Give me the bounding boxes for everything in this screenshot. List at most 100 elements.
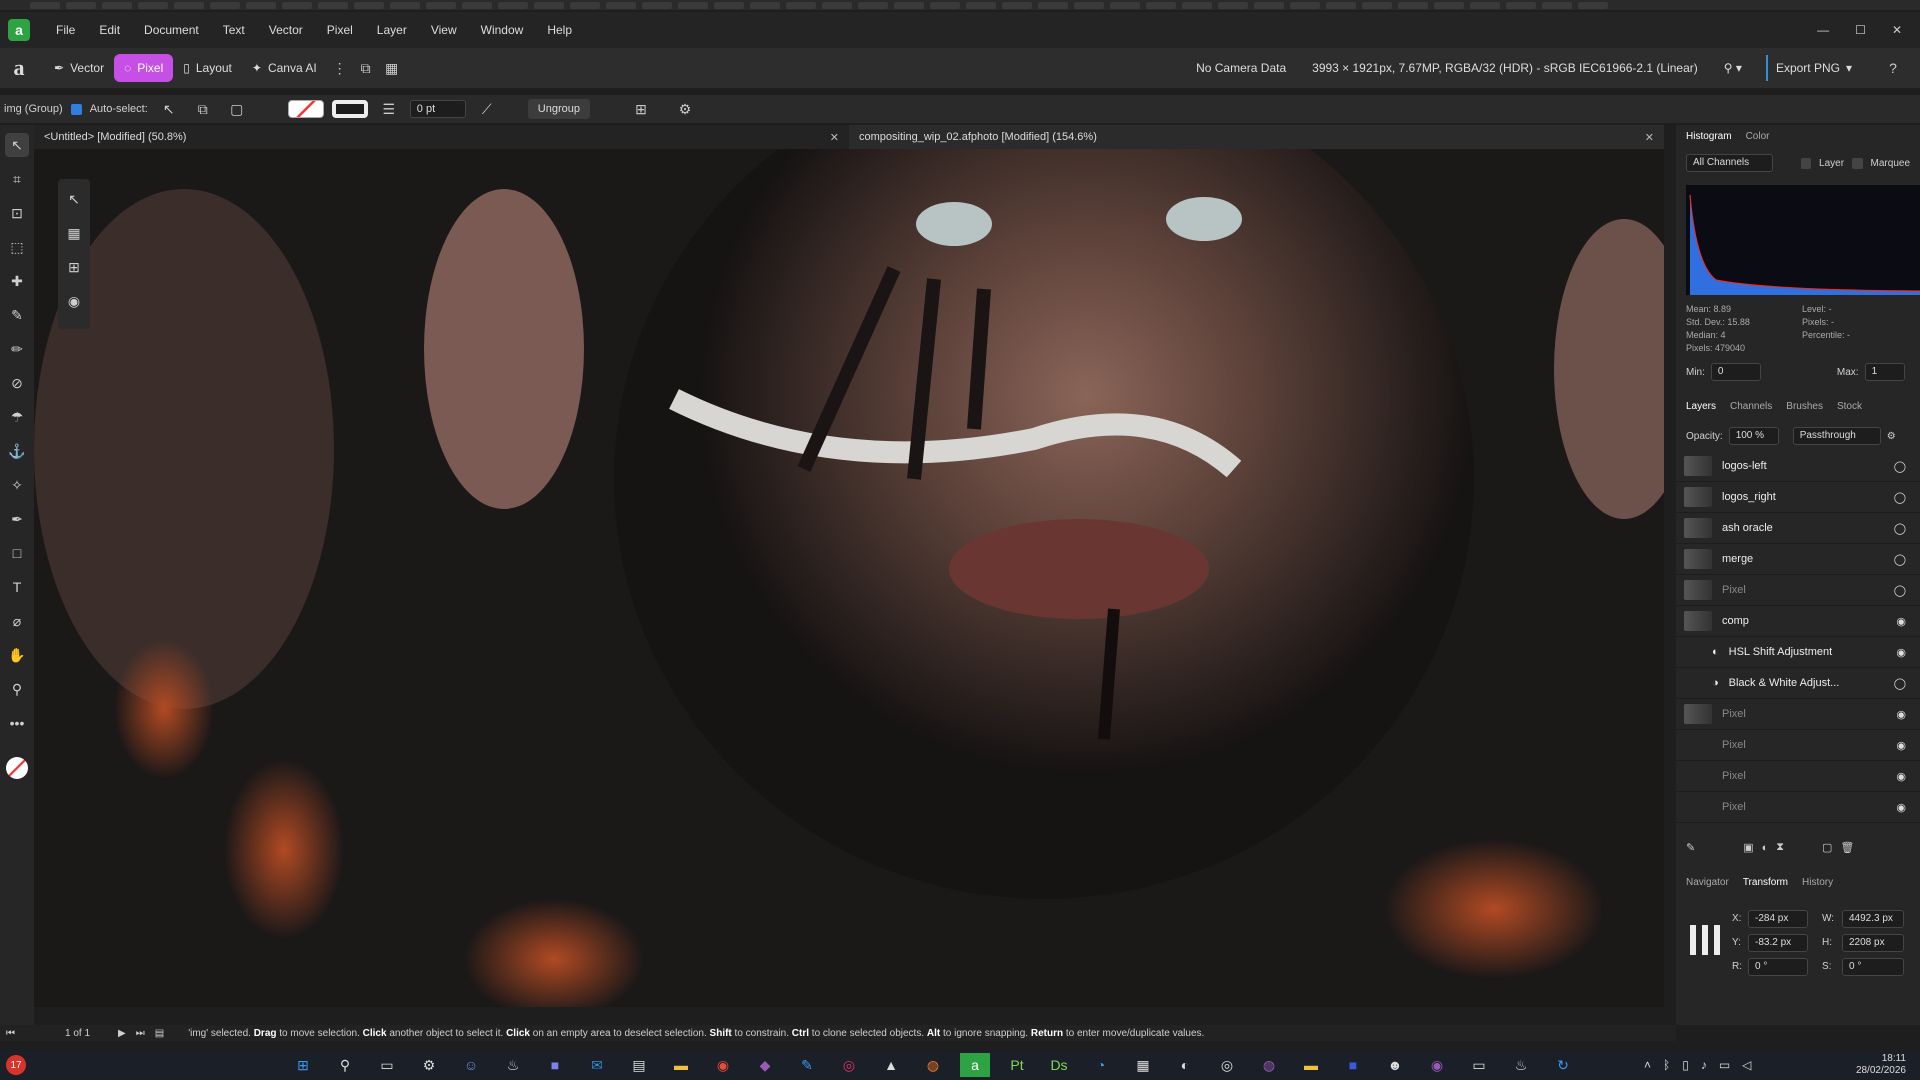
- group-icon[interactable]: ▢: [1822, 841, 1832, 854]
- smudge-icon[interactable]: ☂: [5, 405, 29, 429]
- visibility-eye-icon[interactable]: ◯: [1894, 491, 1906, 504]
- settings-app-icon[interactable]: ⚙: [414, 1053, 444, 1077]
- zoom-tool-icon[interactable]: ⚲: [5, 677, 29, 701]
- delete-layer-icon[interactable]: 🗑: [1840, 841, 1854, 854]
- pen-icon[interactable]: ⟋: [474, 96, 500, 122]
- menu-layer[interactable]: Layer: [365, 23, 419, 37]
- browser-tab[interactable]: [930, 1, 960, 9]
- media-player-icon[interactable]: ◎: [1212, 1053, 1242, 1077]
- filter-icon[interactable]: ⧗: [1776, 841, 1784, 854]
- persona-pixel[interactable]: ◌ Pixel: [114, 54, 174, 82]
- selection-brush-icon[interactable]: ⊡: [5, 201, 29, 225]
- layer-row[interactable]: comp ◉: [1676, 606, 1920, 637]
- tab-color[interactable]: Color: [1746, 131, 1770, 142]
- virtualbox-icon[interactable]: ■: [1338, 1053, 1368, 1077]
- browser-tab[interactable]: [714, 1, 744, 9]
- blend-mode-select[interactable]: Passthrough: [1792, 427, 1881, 445]
- browser-tab[interactable]: [1074, 1, 1104, 9]
- stroke-style-icon[interactable]: ☰: [376, 96, 402, 122]
- search-icon[interactable]: ⚲: [330, 1053, 360, 1077]
- first-page-icon[interactable]: ⏮: [6, 1028, 15, 1039]
- flood-fill-icon[interactable]: ✚: [5, 269, 29, 293]
- align-icon[interactable]: ⊞: [628, 96, 654, 122]
- menu-view[interactable]: View: [419, 23, 469, 37]
- browser-tab[interactable]: [1290, 1, 1320, 9]
- minimize-icon[interactable]: —: [1817, 23, 1829, 37]
- h-input[interactable]: 2208 px: [1842, 934, 1904, 952]
- healing-icon[interactable]: ✧: [5, 473, 29, 497]
- blender-icon[interactable]: ◍: [918, 1053, 948, 1077]
- layer-row[interactable]: ash oracle ◯: [1676, 513, 1920, 544]
- clone-stamp-icon[interactable]: ⚓: [5, 439, 29, 463]
- stroke-width-input[interactable]: 0 pt: [409, 100, 466, 118]
- select-arrow-icon[interactable]: ↖: [62, 187, 86, 211]
- mesh-icon[interactable]: ⊞: [62, 255, 86, 279]
- browser-tab[interactable]: [210, 1, 240, 9]
- steam-tray-icon[interactable]: ♨: [1506, 1053, 1536, 1077]
- tab-histogram[interactable]: Histogram: [1686, 131, 1732, 142]
- update-icon[interactable]: ↻: [1548, 1053, 1578, 1077]
- help-toggle-icon[interactable]: ⚲ ▾: [1724, 61, 1742, 75]
- browser-tab[interactable]: [1254, 1, 1284, 9]
- last-page-icon[interactable]: ⏭: [136, 1028, 145, 1039]
- browser-tab[interactable]: [30, 1, 60, 9]
- menu-window[interactable]: Window: [469, 23, 536, 37]
- more-tools-icon[interactable]: •••: [5, 711, 29, 735]
- windows-start-icon[interactable]: ⊞: [288, 1053, 318, 1077]
- browser-tab[interactable]: [534, 1, 564, 9]
- browser-tab[interactable]: [390, 1, 420, 9]
- fill-swatch[interactable]: [287, 100, 324, 118]
- discord-icon[interactable]: ☺: [456, 1053, 486, 1077]
- browser-tab[interactable]: [282, 1, 312, 9]
- tab-brushes[interactable]: Brushes: [1786, 401, 1823, 412]
- visibility-eye-icon[interactable]: ◉: [1896, 770, 1906, 783]
- stroke-swatch[interactable]: [331, 100, 368, 118]
- file-explorer-icon[interactable]: ▬: [666, 1053, 696, 1077]
- affinity-app-icon[interactable]: a: [960, 1053, 990, 1077]
- settings-gear-icon[interactable]: ⚙: [672, 96, 698, 122]
- browser-tab[interactable]: [786, 1, 816, 9]
- more-options-icon[interactable]: ⋮: [327, 55, 353, 81]
- browser-tab[interactable]: [1038, 1, 1068, 9]
- game-icon[interactable]: ☻: [1380, 1053, 1410, 1077]
- move-tool-icon[interactable]: ↖: [5, 133, 29, 157]
- bluetooth-icon[interactable]: ᛒ: [1663, 1058, 1670, 1072]
- browser-tab[interactable]: [1506, 1, 1536, 9]
- painter-app-icon[interactable]: Pt: [1002, 1053, 1032, 1077]
- overlap-icon[interactable]: ⧉: [190, 96, 216, 122]
- browser-tab[interactable]: [894, 1, 924, 9]
- document-canvas[interactable]: ↖ ▦ ⊞ ◉: [34, 149, 1664, 1007]
- browser-tab[interactable]: [1182, 1, 1212, 9]
- pencil-icon[interactable]: ✏: [5, 337, 29, 361]
- browser-tab[interactable]: [1002, 1, 1032, 9]
- auto-select-checkbox[interactable]: [70, 103, 82, 115]
- task-view-icon[interactable]: ▭: [372, 1053, 402, 1077]
- visibility-eye-icon[interactable]: ◯: [1894, 677, 1906, 690]
- rectangle-tool-icon[interactable]: □: [5, 541, 29, 565]
- x-input[interactable]: -284 px: [1748, 910, 1808, 928]
- system-clock[interactable]: 18:11 28/02/2026: [1856, 1053, 1920, 1077]
- steam-icon[interactable]: ♨: [498, 1053, 528, 1077]
- persona-vector[interactable]: ✒ Vector: [44, 54, 114, 82]
- next-page-icon[interactable]: ▶: [118, 1028, 126, 1039]
- ungroup-button[interactable]: Ungroup: [527, 99, 590, 119]
- mask-icon[interactable]: ▣: [1743, 841, 1753, 854]
- display-icon[interactable]: ▭: [1719, 1058, 1730, 1072]
- layer-row[interactable]: Pixel ◉: [1676, 699, 1920, 730]
- inkscape-icon[interactable]: ▲: [876, 1053, 906, 1077]
- layer-row[interactable]: merge ◯: [1676, 544, 1920, 575]
- browser-tab[interactable]: [462, 1, 492, 9]
- paint-brush-icon[interactable]: ✎: [5, 303, 29, 327]
- w-input[interactable]: 4492.3 px: [1842, 910, 1904, 928]
- warp-icon[interactable]: ◉: [62, 289, 86, 313]
- browser-tab[interactable]: [1326, 1, 1356, 9]
- tray-chevron-icon[interactable]: ˄: [1644, 1058, 1651, 1072]
- browser-tab[interactable]: [750, 1, 780, 9]
- notification-badge[interactable]: 17: [6, 1055, 26, 1075]
- layer-row[interactable]: Pixel ◉: [1676, 761, 1920, 792]
- hand-tool-icon[interactable]: ✋: [5, 643, 29, 667]
- grid-snapping-icon[interactable]: ▦: [379, 55, 405, 81]
- export-png-button[interactable]: Export PNG ▾: [1765, 55, 1860, 81]
- new-layer-icon[interactable]: ✎: [1686, 841, 1695, 854]
- anchor-grid-icon[interactable]: [1690, 925, 1720, 955]
